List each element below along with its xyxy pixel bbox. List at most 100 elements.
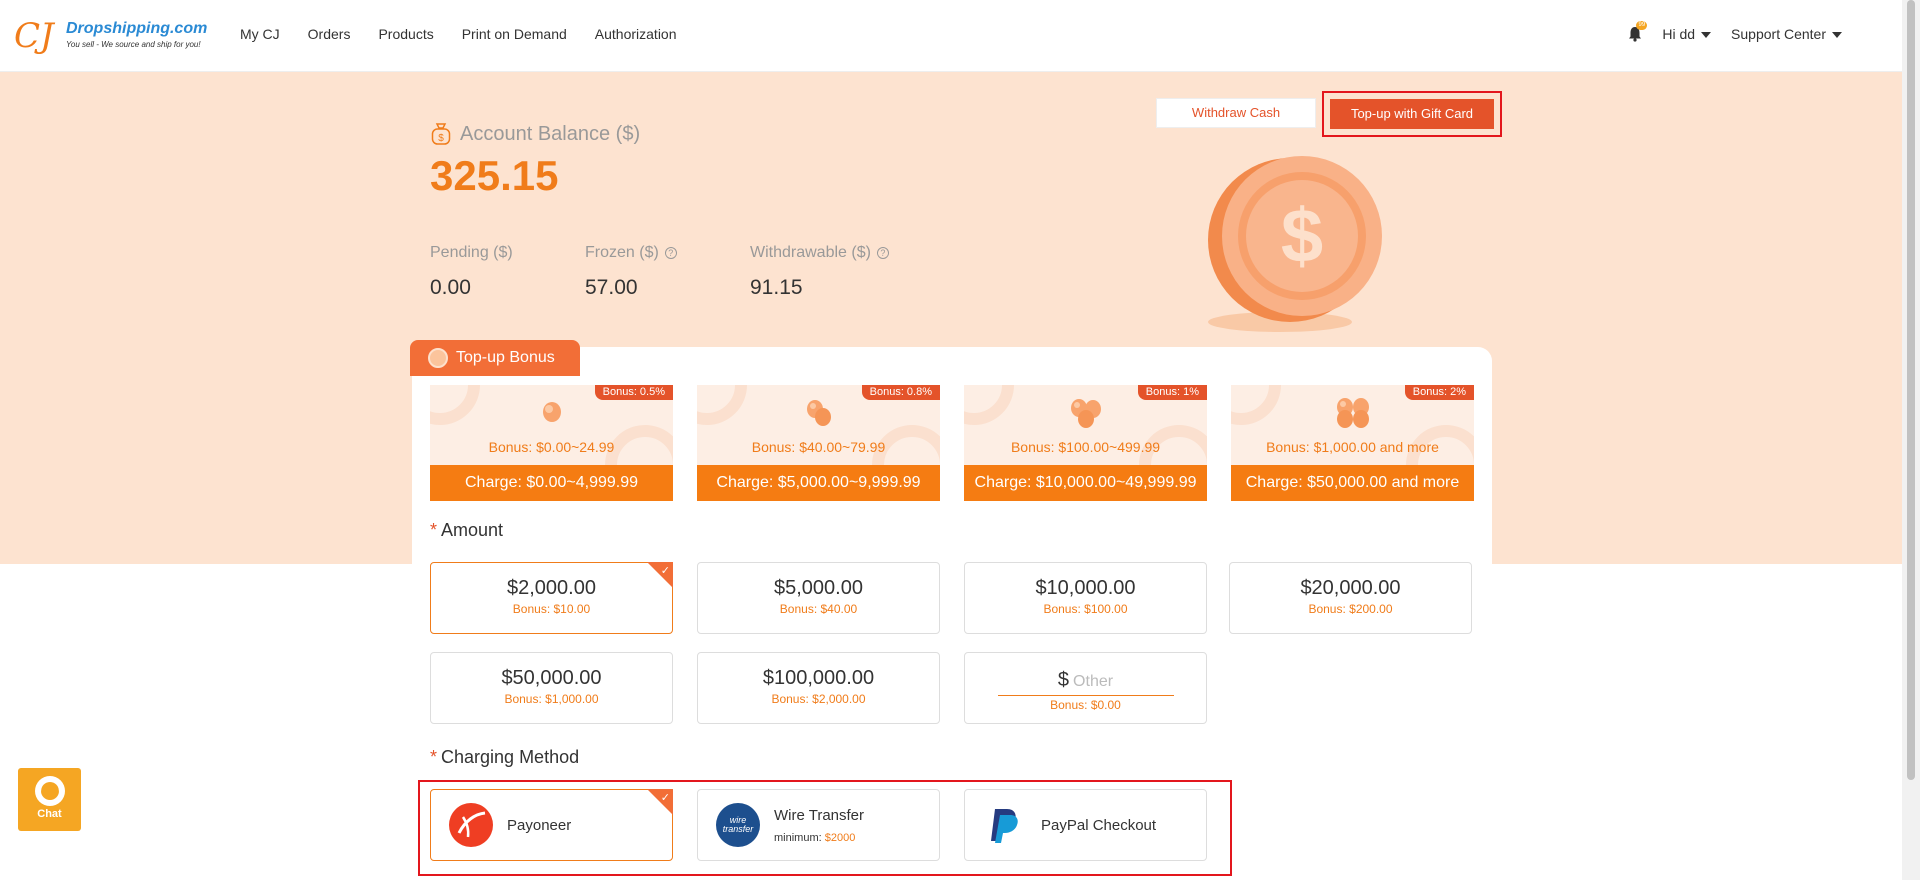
amount-option[interactable]: $50,000.00 Bonus: $1,000.00: [430, 652, 673, 724]
account-balance-label: $ Account Balance ($): [430, 122, 640, 146]
input-underline: [998, 695, 1174, 696]
cj-logo[interactable]: CJ Dropshipping.com You sell - We source…: [14, 16, 208, 56]
pending-stat: Pending ($) 0.00: [430, 244, 513, 300]
help-icon[interactable]: ?: [876, 247, 889, 259]
support-center-label: Support Center: [1731, 26, 1826, 42]
withdrawable-value: 91.15: [750, 276, 803, 299]
coins-icon: [1333, 395, 1373, 436]
amount-bonus: Bonus: $1,000.00: [504, 692, 599, 706]
withdrawable-stat: Withdrawable ($)? 91.15: [750, 244, 889, 300]
required-mark: *: [430, 747, 438, 767]
svg-text:$: $: [1281, 194, 1323, 279]
payoneer-logo-icon: [449, 803, 493, 847]
amount-title-text: Amount: [441, 520, 504, 540]
tier-bonus: Bonus: $0.00~24.99: [488, 439, 615, 455]
account-balance-text: Account Balance ($): [460, 122, 641, 145]
amount-title: * Amount: [430, 520, 503, 541]
menu-print-on-demand[interactable]: Print on Demand: [462, 26, 567, 42]
svg-text:$: $: [438, 133, 444, 144]
page-scrollbar[interactable]: [1902, 0, 1920, 880]
paypal-logo-icon: [983, 803, 1027, 847]
method-paypal[interactable]: PayPal Checkout: [964, 789, 1207, 861]
coin-icon: [428, 348, 448, 368]
minimum-label: minimum:: [774, 831, 822, 844]
amount-value: $2,000.00: [507, 577, 596, 599]
headset-icon: [34, 776, 65, 806]
money-bag-icon: $: [431, 123, 451, 145]
method-payoneer[interactable]: Payoneer ✓: [430, 789, 673, 861]
notification-badge: 99: [1636, 21, 1648, 30]
tier-badge: Bonus: 2%: [1404, 385, 1474, 400]
help-icon[interactable]: ?: [664, 247, 677, 259]
decor-ring: [1231, 385, 1281, 425]
frozen-label: Frozen ($): [585, 244, 659, 261]
tier-badge: Bonus: 1%: [1137, 385, 1207, 400]
menu-products[interactable]: Products: [378, 26, 433, 42]
logo-brand: Dropshipping.com: [66, 20, 208, 37]
caret-down-icon: [1832, 32, 1842, 39]
amount-option[interactable]: $20,000.00 Bonus: $200.00: [1229, 562, 1472, 634]
coins-icon: [537, 395, 567, 430]
amount-option[interactable]: $10,000.00 Bonus: $100.00: [964, 562, 1207, 634]
chat-button[interactable]: Chat: [18, 768, 81, 831]
chat-label: Chat: [37, 808, 62, 820]
caret-down-icon: [1701, 32, 1712, 39]
scrollbar-thumb[interactable]: [1907, 0, 1915, 780]
gift-card-highlight: Top-up with Gift Card: [1322, 91, 1502, 137]
menu-orders[interactable]: Orders: [308, 26, 351, 42]
tier-charge: Charge: $0.00~4,999.99: [430, 465, 673, 501]
wire-logo-text: wire transfer: [722, 815, 754, 834]
top-nav: CJ Dropshipping.com You sell - We source…: [0, 0, 1902, 72]
amount-value: $50,000.00: [501, 667, 602, 689]
amount-option[interactable]: $2,000.00 Bonus: $10.00 ✓: [430, 562, 673, 634]
tier-badge: Bonus: 0.5%: [594, 385, 673, 400]
tier-bonus: Bonus: $100.00~499.99: [1010, 439, 1161, 455]
decor-ring: [430, 385, 480, 425]
user-menu[interactable]: Hi dd: [1662, 26, 1712, 42]
decor-ring: [697, 385, 747, 425]
amount-option[interactable]: $100,000.00 Bonus: $2,000.00: [697, 652, 940, 724]
amount-bonus: Bonus: $200.00: [1308, 602, 1393, 616]
withdraw-cash-button[interactable]: Withdraw Cash: [1156, 98, 1316, 128]
other-amount-option[interactable]: $ Other Bonus: $0.00: [964, 652, 1207, 724]
coin-illustration: $: [1208, 156, 1382, 332]
topup-bonus-title: Top-up Bonus: [456, 349, 555, 366]
topup-gift-card-button[interactable]: Top-up with Gift Card: [1330, 99, 1494, 129]
tier-badge: Bonus: 0.8%: [861, 385, 940, 400]
charging-method-title-text: Charging Method: [441, 747, 580, 767]
bell-icon[interactable]: 99: [1628, 21, 1648, 42]
coins-icon: [1067, 395, 1105, 436]
logo-mark: CJ: [14, 16, 54, 56]
method-label: PayPal Checkout: [1041, 816, 1157, 834]
withdrawable-label: Withdrawable ($): [750, 244, 871, 261]
check-icon: ✓: [660, 565, 670, 577]
bonus-tier: Bonus: 0.8% Bonus: $40.00~79.99 Charge: …: [697, 385, 940, 501]
amount-bonus: Bonus: $100.00: [1043, 602, 1128, 616]
user-greeting: Hi dd: [1662, 26, 1696, 42]
method-wire-transfer[interactable]: wire transfer Wire Transfer minimum: $20…: [697, 789, 940, 861]
pending-label: Pending ($): [430, 244, 513, 261]
amount-option[interactable]: $5,000.00 Bonus: $40.00: [697, 562, 940, 634]
bonus-tier: Bonus: 1% Bonus: $100.00~499.99 Charge: …: [964, 385, 1207, 501]
tier-charge: Charge: $5,000.00~9,999.99: [697, 465, 940, 501]
decor-ring: [964, 385, 1014, 425]
tier-bonus: Bonus: $1,000.00 and more: [1266, 439, 1439, 455]
support-center-menu[interactable]: Support Center: [1731, 26, 1842, 42]
main-menu: My CJ Orders Products Print on Demand Au…: [240, 26, 705, 42]
logo-tagline: You sell - We source and ship for you!: [66, 40, 201, 49]
other-amount-input[interactable]: Other: [1073, 673, 1113, 690]
pending-value: 0.00: [430, 276, 471, 299]
required-mark: *: [430, 520, 438, 540]
amount-value: $10,000.00: [1035, 577, 1136, 599]
frozen-value: 57.00: [585, 276, 638, 299]
menu-my-cj[interactable]: My CJ: [240, 26, 280, 42]
other-bonus: Bonus: $0.00: [1050, 698, 1121, 712]
amount-bonus: Bonus: $2,000.00: [771, 692, 866, 706]
charging-method-title: * Charging Method: [430, 747, 579, 768]
tier-charge: Charge: $50,000.00 and more: [1231, 465, 1474, 501]
minimum-value: $2000: [824, 831, 856, 844]
account-balance-value: 325.15: [430, 152, 559, 199]
amount-bonus: Bonus: $40.00: [779, 602, 858, 616]
menu-authorization[interactable]: Authorization: [595, 26, 677, 42]
amount-value: $5,000.00: [774, 577, 863, 599]
